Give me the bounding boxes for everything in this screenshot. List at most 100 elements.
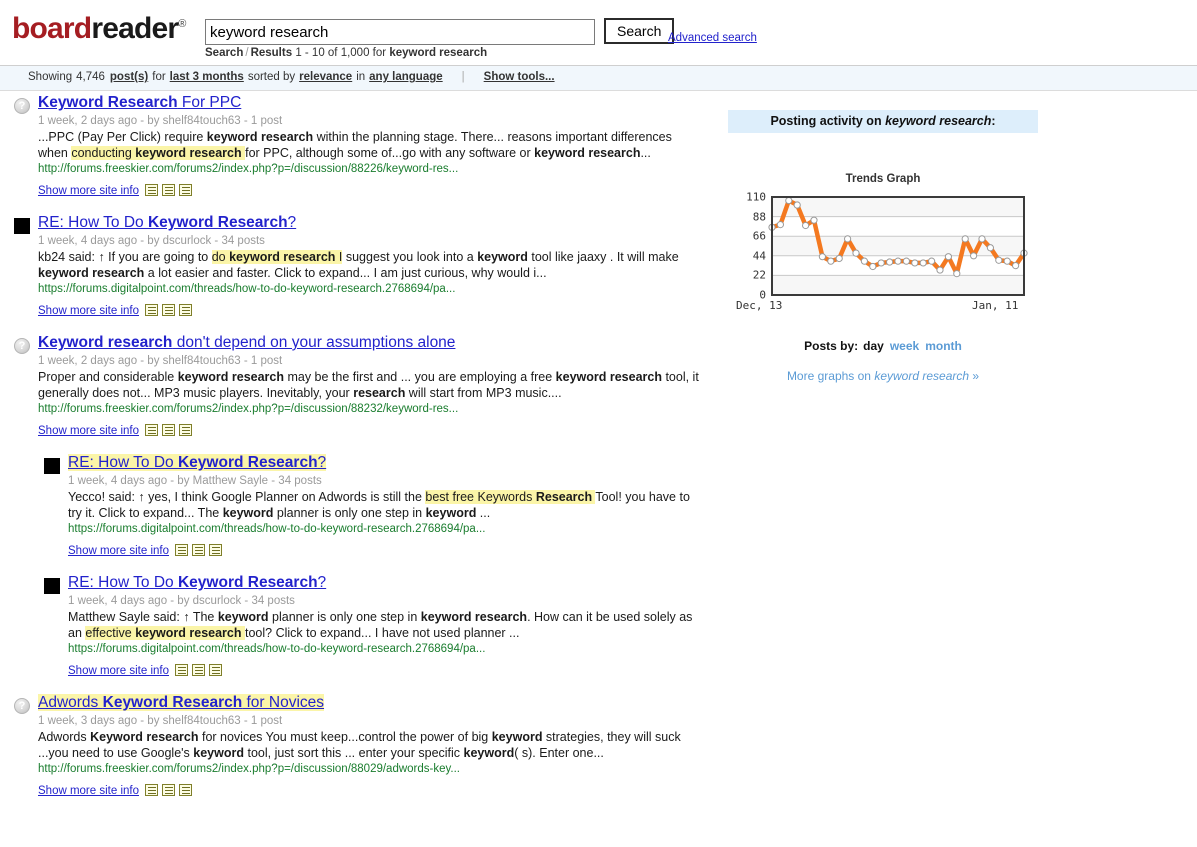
title-run: ? <box>287 214 297 231</box>
site-stats-icon[interactable] <box>145 304 158 316</box>
text-run: keyword research <box>206 130 314 144</box>
site-posts-icon[interactable] <box>162 424 175 436</box>
site-details-icon[interactable] <box>179 784 192 796</box>
text-run: tool, just sort this ... enter your spec… <box>244 745 464 760</box>
text-run: planner is only one step in <box>268 610 421 624</box>
result-title-link[interactable]: RE: How To Do Keyword Research? <box>38 214 296 231</box>
result-snippet: Yecco! said: ↑ yes, I think Google Plann… <box>68 490 700 521</box>
posting-activity-prefix: Posting activity on <box>770 114 886 128</box>
text-run: will start from MP3 music.... <box>405 385 562 400</box>
site-stats-icon[interactable] <box>145 184 158 196</box>
search-input[interactable] <box>205 19 595 45</box>
site-favicon-black-icon <box>14 218 30 234</box>
title-run: don't depend on your assumptions alone <box>172 334 456 351</box>
more-graphs-link[interactable]: More graphs on keyword research » <box>728 369 1038 383</box>
result-url[interactable]: http://forums.freeskier.com/forums2/inde… <box>38 762 700 777</box>
show-more-site-info-link[interactable]: Show more site info <box>38 305 139 317</box>
result-url[interactable]: http://forums.freeskier.com/forums2/inde… <box>38 402 700 417</box>
breadcrumb-separator: / <box>245 47 249 59</box>
site-details-icon[interactable] <box>179 184 192 196</box>
result-title-link[interactable]: RE: How To Do Keyword Research? <box>68 454 327 471</box>
result-title-link[interactable]: RE: How To Do Keyword Research? <box>68 574 326 591</box>
breadcrumb-search-link[interactable]: Search <box>205 47 243 59</box>
text-run: keyword research <box>135 625 242 640</box>
search-button[interactable]: Search <box>604 18 675 44</box>
text-run: ... <box>640 145 651 160</box>
result-url[interactable]: https://forums.digitalpoint.com/threads/… <box>68 522 700 537</box>
title-run: Keyword Research <box>38 94 178 111</box>
site-stats-icon[interactable] <box>175 544 188 556</box>
filter-language-link[interactable]: any language <box>368 71 444 83</box>
posts-by-month-option[interactable]: month <box>919 339 962 353</box>
site-posts-icon[interactable] <box>162 304 175 316</box>
site-details-icon[interactable] <box>209 664 222 676</box>
more-graphs-prefix: More graphs on <box>786 369 875 383</box>
site-details-icon[interactable] <box>179 304 192 316</box>
site-posts-icon[interactable] <box>192 664 205 676</box>
site-posts-icon[interactable] <box>192 544 205 556</box>
site-header: boardreader® Search Advanced search Sear… <box>0 0 1197 66</box>
result-title-link[interactable]: Keyword research don't depend on your as… <box>38 334 455 351</box>
advanced-search-link[interactable]: Advanced search <box>668 32 757 44</box>
logo-reader-text: reader <box>91 12 179 45</box>
result-url[interactable]: https://forums.digitalpoint.com/threads/… <box>68 642 700 657</box>
title-run: RE: How To Do <box>68 454 178 471</box>
posts-by-week-option[interactable]: week <box>884 339 919 353</box>
result-title-link[interactable]: Adwords Keyword Research for Novices <box>38 694 325 711</box>
show-more-site-info-link[interactable]: Show more site info <box>38 425 139 437</box>
result-title-row: Keyword Research For PPC <box>38 93 700 112</box>
text-run: keyword <box>425 505 477 520</box>
text-run: keyword <box>477 250 528 264</box>
site-favicon-question-icon: ? <box>14 338 30 354</box>
result-footer: Show more site info <box>38 184 700 200</box>
show-more-site-info-link[interactable]: Show more site info <box>38 785 139 797</box>
show-more-site-info-link[interactable]: Show more site info <box>68 545 169 557</box>
text-run: do <box>211 250 230 264</box>
text-run: tool like jaaxy . It will make <box>527 250 679 264</box>
title-run: Keyword Research <box>177 574 318 591</box>
more-graphs-suffix: » <box>969 369 980 383</box>
text-run: kb24 said: ↑ If you are going to <box>38 250 212 264</box>
result-title-link[interactable]: Keyword Research For PPC <box>38 94 241 111</box>
posts-by-label: Posts by: <box>804 339 859 353</box>
text-run: keyword research <box>135 145 242 160</box>
site-posts-icon[interactable] <box>162 184 175 196</box>
more-graphs-query: keyword research <box>874 369 970 383</box>
text-run: keyword <box>222 505 274 520</box>
posts-by-day-option[interactable]: day <box>858 339 884 353</box>
result-meta: 1 week, 4 days ago - by Matthew Sayle - … <box>68 475 322 487</box>
text-run: keyword research <box>534 145 641 160</box>
result-snippet: Proper and considerable keyword research… <box>38 370 700 401</box>
result-snippet: ...PPC (Pay Per Click) require keyword r… <box>38 130 700 161</box>
text-run: planner is only one step in <box>273 505 426 520</box>
result-url[interactable]: https://forums.digitalpoint.com/threads/… <box>38 282 700 297</box>
site-stats-icon[interactable] <box>145 424 158 436</box>
result-meta: 1 week, 4 days ago - by dscurlock - 34 p… <box>38 235 265 247</box>
result-url[interactable]: http://forums.freeskier.com/forums2/inde… <box>38 162 700 177</box>
text-run: keyword research <box>420 610 528 624</box>
site-details-icon[interactable] <box>209 544 222 556</box>
posting-activity-query: keyword research <box>885 114 992 128</box>
site-details-icon[interactable] <box>179 424 192 436</box>
y-tick-label: 88 <box>752 210 766 224</box>
show-tools-link[interactable]: Show tools... <box>483 71 556 83</box>
site-posts-icon[interactable] <box>162 784 175 796</box>
filter-sort-link[interactable]: relevance <box>298 71 353 83</box>
title-run: for Novices <box>242 694 325 711</box>
trends-chart: 0 22 44 66 88 110 Dec, 13 Jan, 11 <box>728 191 1038 321</box>
site-favicon-question-icon: ? <box>14 98 30 114</box>
show-more-site-info-link[interactable]: Show more site info <box>68 665 169 677</box>
filter-posts-link[interactable]: post(s) <box>109 71 149 83</box>
text-run: Proper and considerable <box>38 370 178 384</box>
site-stats-icon[interactable] <box>145 784 158 796</box>
site-stats-icon[interactable] <box>175 664 188 676</box>
title-run: Keyword Research <box>147 214 288 231</box>
boardreader-logo[interactable]: boardreader® <box>12 14 186 44</box>
filter-timeframe-link[interactable]: last 3 months <box>169 71 245 83</box>
result-footer: Show more site info <box>38 784 700 800</box>
text-run: research <box>353 385 406 400</box>
y-tick-label: 110 <box>746 190 766 204</box>
result-footer: Show more site info <box>68 664 700 680</box>
title-run: Keyword research <box>38 334 173 351</box>
show-more-site-info-link[interactable]: Show more site info <box>38 185 139 197</box>
